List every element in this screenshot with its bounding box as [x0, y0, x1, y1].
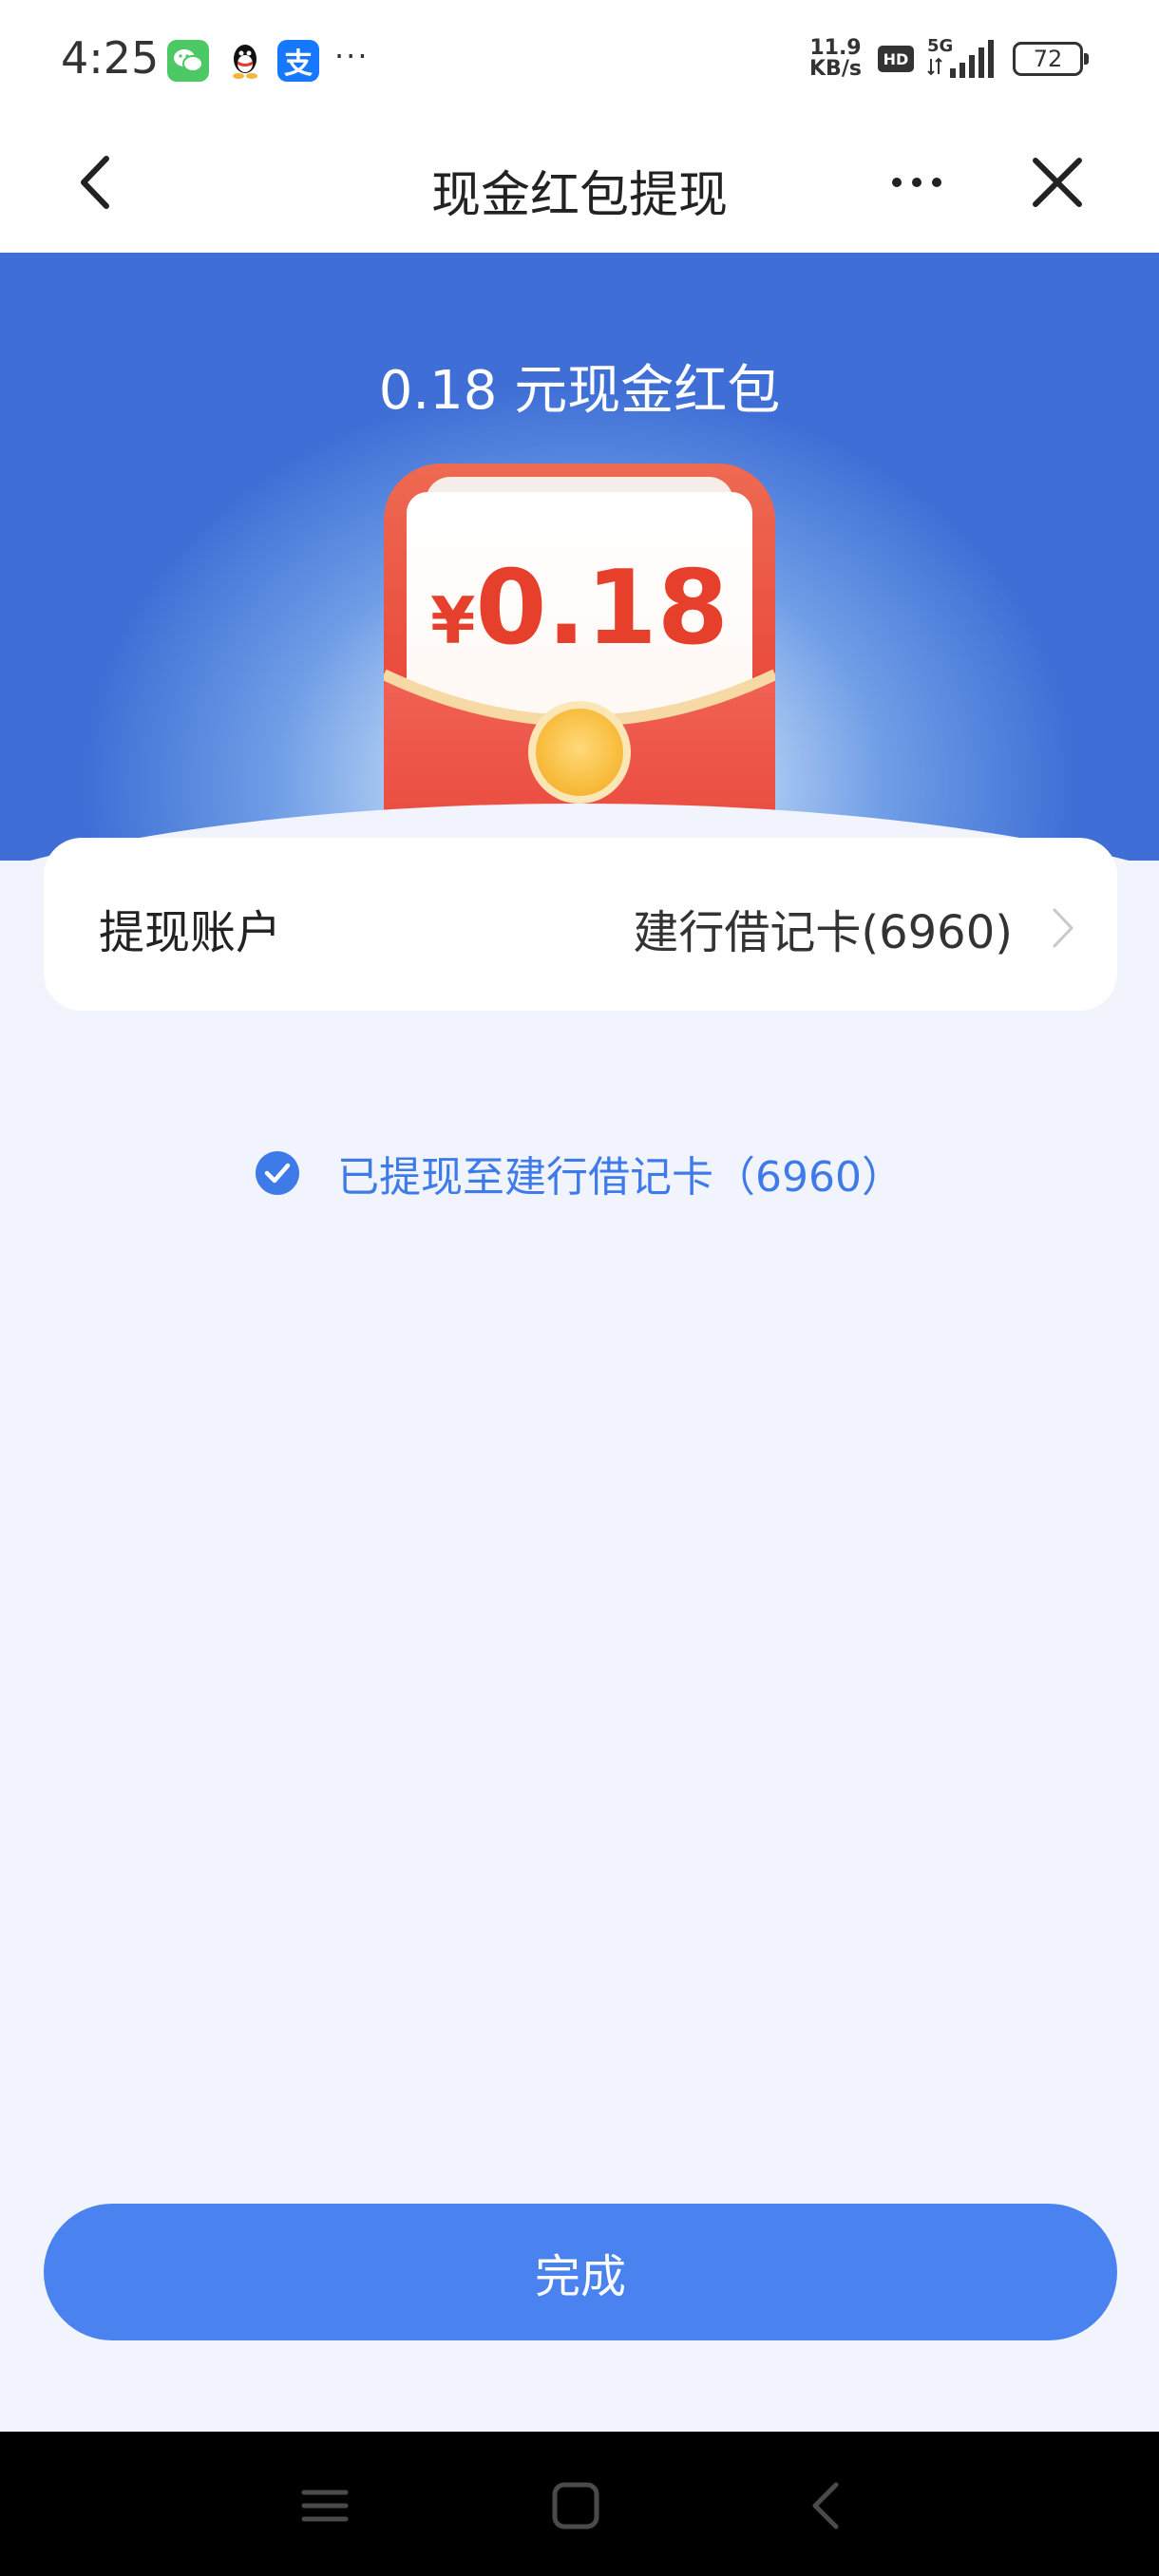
signal-icon: 5G	[927, 36, 999, 84]
network-speed: 11.9 KB/s	[809, 38, 862, 80]
status-time: 4:25	[61, 32, 160, 84]
account-value: 建行借记卡(6960)	[633, 906, 1013, 959]
system-nav-bar	[0, 2432, 1159, 2576]
alipay-icon: 支	[277, 40, 319, 82]
network-speed-unit: KB/s	[809, 57, 862, 81]
page-title: 现金红包提现	[430, 167, 728, 224]
withdraw-result: 已提现至建行借记卡（6960）	[0, 1140, 1159, 1206]
currency-symbol: ¥	[430, 584, 476, 659]
battery-icon: 72	[1013, 42, 1089, 76]
envelope-amount: ¥0.18	[384, 549, 775, 668]
qq-icon	[224, 40, 266, 82]
status-bar: 4:25 支 ··· 11.9 KB/s HD 5G 72	[0, 0, 1159, 119]
amount-value: 0.18	[475, 549, 729, 668]
done-button[interactable]: 完成	[44, 2204, 1117, 2340]
red-envelope: ¥0.18	[384, 464, 775, 861]
more-notifications-icon: ···	[334, 38, 370, 74]
envelope-seal	[528, 701, 631, 804]
network-type-label: 5G	[927, 36, 953, 56]
menu-icon[interactable]	[298, 2479, 352, 2532]
nav-bar: 现金红包提现	[0, 119, 1159, 253]
close-icon[interactable]	[1024, 149, 1091, 216]
result-text: 已提现至建行借记卡（6960）	[337, 1153, 903, 1202]
back-icon[interactable]	[800, 2479, 853, 2532]
chevron-right-icon	[1049, 904, 1077, 952]
hero-banner: 0.18 元现金红包 ¥0.18	[0, 253, 1159, 861]
withdraw-account-row[interactable]: 提现账户 建行借记卡(6960)	[44, 838, 1117, 1011]
network-speed-value: 11.9	[809, 36, 862, 60]
hero-title: 0.18 元现金红包	[378, 360, 781, 422]
more-icon[interactable]	[884, 149, 950, 216]
wechat-icon	[167, 40, 209, 82]
check-circle-icon	[256, 1151, 299, 1195]
account-label: 提现账户	[99, 906, 282, 959]
home-icon[interactable]	[549, 2479, 602, 2532]
hd-badge: HD	[878, 46, 914, 72]
